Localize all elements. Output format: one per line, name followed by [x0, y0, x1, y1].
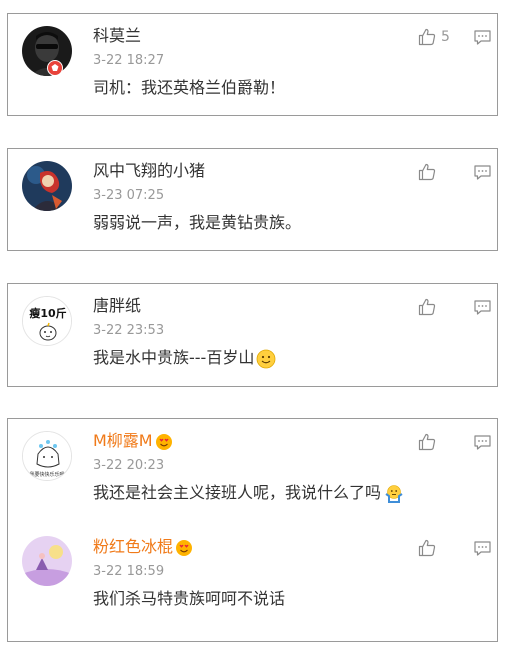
comment-card: 风中飞翔的小猪 3-23 07:25 弱弱说一声，我是黄钻贵族。	[7, 148, 498, 251]
comment-item: 风中飞翔的小猪 3-23 07:25 弱弱说一声，我是黄钻贵族。	[8, 149, 497, 249]
like-button[interactable]	[418, 163, 436, 181]
comment-text: 我们杀马特贵族呵呵不说话	[93, 589, 286, 608]
smile-emoji-icon	[256, 349, 276, 368]
like-button[interactable]: 5	[418, 28, 450, 46]
comment-icon	[474, 541, 491, 556]
thumbs-up-icon	[418, 298, 436, 316]
comment-text: 我是水中贵族---百岁山	[93, 347, 276, 369]
like-button[interactable]	[418, 539, 436, 557]
comment-text: 司机：我还英格兰伯爵勒！	[93, 78, 286, 97]
thumbs-up-icon	[418, 433, 436, 451]
username[interactable]: 科莫兰	[93, 26, 141, 46]
avatar[interactable]	[22, 161, 72, 211]
timestamp: 3-22 23:53	[93, 323, 165, 338]
timestamp: 3-22 18:27	[93, 53, 165, 68]
heart-eyes-vip-icon	[155, 433, 172, 450]
like-button[interactable]	[418, 298, 436, 316]
reply-button[interactable]	[474, 435, 491, 454]
avatar[interactable]: 我要快快乐乐哦!	[22, 431, 72, 481]
thumbs-up-icon	[418, 163, 436, 181]
like-button[interactable]	[418, 433, 436, 451]
username[interactable]: 唐胖纸	[93, 296, 141, 316]
comment-icon	[474, 165, 491, 180]
comment-icon	[474, 30, 491, 45]
thumbs-up-icon	[418, 28, 436, 46]
username[interactable]: 粉红色冰棍	[93, 537, 193, 557]
timestamp: 3-22 18:59	[93, 564, 165, 579]
thumbs-up-icon	[418, 539, 436, 557]
timestamp: 3-22 20:23	[93, 458, 165, 473]
comment-item: 科莫兰 3-22 18:27 司机：我还英格兰伯爵勒！ 5	[8, 14, 497, 114]
heart-eyes-vip-icon	[176, 539, 193, 556]
comment-icon	[474, 300, 491, 315]
comment-text: 弱弱说一声，我是黄钻贵族。	[93, 213, 302, 232]
comment-card: 我要快快乐乐哦! M柳露M 3-22 20:23 我还是社会主义接班人呢，我说什…	[7, 418, 498, 642]
comment-icon	[474, 435, 491, 450]
avatar-text: 瘦10斤	[29, 306, 66, 320]
timestamp: 3-23 07:25	[93, 188, 165, 203]
comment-text: 我还是社会主义接班人呢，我说什么了吗	[93, 482, 405, 504]
avatar-caption: 我要快快乐乐哦!	[29, 471, 66, 478]
username[interactable]: 风中飞翔的小猪	[93, 161, 205, 181]
reply-button[interactable]	[474, 30, 491, 49]
avatar[interactable]: 瘦10斤	[22, 296, 72, 346]
comment-item: 我要快快乐乐哦! M柳露M 3-22 20:23 我还是社会主义接班人呢，我说什…	[8, 419, 497, 531]
comment-card: 瘦10斤 唐胖纸 3-22 23:53 我是水中贵族---百岁山	[7, 283, 498, 387]
verified-badge-icon	[47, 60, 63, 80]
like-count: 5	[441, 29, 450, 45]
reply-button[interactable]	[474, 165, 491, 184]
reply-button[interactable]	[474, 541, 491, 560]
shrug-emoji-icon	[385, 484, 403, 503]
avatar[interactable]	[22, 536, 72, 586]
comment-card: 科莫兰 3-22 18:27 司机：我还英格兰伯爵勒！ 5	[7, 13, 498, 116]
comment-item: 瘦10斤 唐胖纸 3-22 23:53 我是水中贵族---百岁山	[8, 284, 497, 384]
username[interactable]: M柳露M	[93, 431, 173, 451]
reply-button[interactable]	[474, 300, 491, 319]
comment-item: 粉红色冰棍 3-22 18:59 我们杀马特贵族呵呵不说话	[8, 531, 497, 641]
